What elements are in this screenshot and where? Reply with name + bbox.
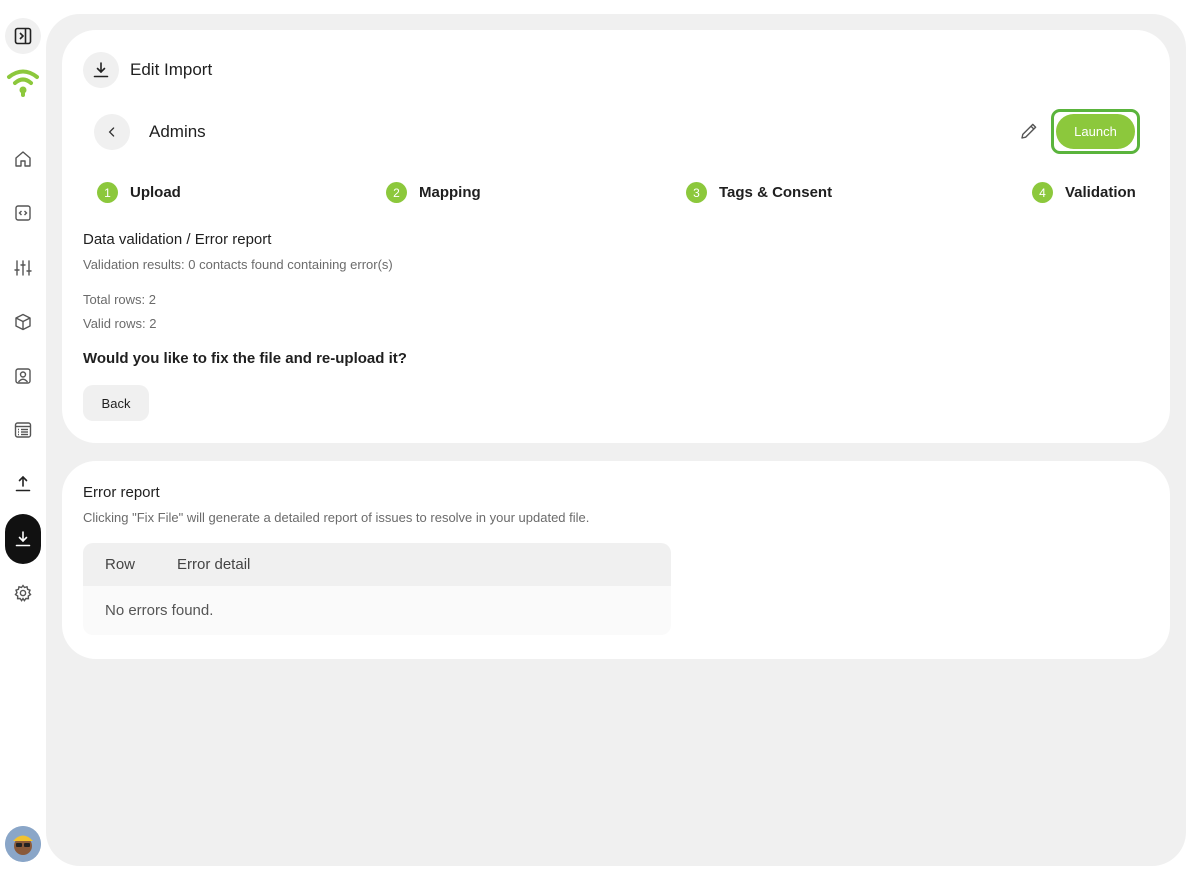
valid-rows: Valid rows: 2 [83, 316, 157, 331]
code-icon [15, 205, 31, 221]
home-icon [15, 151, 31, 167]
logo[interactable] [5, 64, 41, 100]
header-icon-badge [83, 52, 119, 88]
validation-results: Validation results: 0 contacts found con… [83, 257, 393, 272]
nav-products[interactable] [5, 304, 41, 340]
validation-title: Data validation / Error report [83, 231, 272, 248]
step-validation[interactable]: 4 Validation [1032, 182, 1136, 203]
sidebar-toggle-button[interactable] [5, 18, 41, 54]
upload-icon [15, 475, 31, 492]
step-mapping[interactable]: 2 Mapping [386, 182, 481, 203]
pencil-icon [1021, 123, 1037, 139]
page-title: Edit Import [130, 60, 213, 79]
nav-export[interactable] [5, 466, 41, 502]
avatar[interactable] [5, 826, 41, 862]
edit-button[interactable] [1018, 120, 1040, 142]
table-header: Row Error detail [83, 543, 671, 586]
nav-settings-sliders[interactable] [5, 250, 41, 286]
download-icon [93, 62, 109, 78]
sidebar-toggle-icon [14, 27, 32, 45]
column-header-row: Row [105, 556, 136, 573]
step-number: 3 [686, 182, 707, 203]
sidebar [0, 0, 46, 880]
nav-import[interactable] [5, 514, 41, 564]
step-label: Tags & Consent [719, 184, 833, 201]
sliders-icon [14, 260, 32, 276]
step-upload[interactable]: 1 Upload [97, 182, 181, 203]
step-label: Upload [130, 184, 181, 201]
nav-code[interactable] [5, 195, 41, 231]
back-button[interactable]: Back [83, 385, 149, 421]
cube-icon [15, 313, 31, 331]
nav-lists[interactable] [5, 412, 41, 448]
total-rows: Total rows: 2 [83, 292, 156, 307]
step-label: Mapping [419, 184, 481, 201]
nav-home[interactable] [5, 141, 41, 177]
download-icon [15, 531, 31, 547]
error-report-title: Error report [83, 484, 160, 501]
step-number: 4 [1032, 182, 1053, 203]
step-tags-consent[interactable]: 3 Tags & Consent [686, 182, 832, 203]
wifi-logo-icon [7, 69, 39, 97]
list-name: Admins [149, 122, 206, 141]
user-avatar-icon [5, 826, 41, 862]
step-label: Validation [1065, 184, 1136, 201]
table-row: No errors found. [83, 586, 671, 635]
error-report-description: Clicking "Fix File" will generate a deta… [83, 510, 590, 525]
column-header-error-detail: Error detail [177, 556, 251, 573]
list-icon [14, 422, 32, 438]
nav-settings[interactable] [5, 575, 41, 611]
launch-button[interactable]: Launch [1056, 114, 1135, 149]
import-card: Edit Import Admins Launch 1 Upload 2 Map… [62, 30, 1170, 443]
back-arrow-button[interactable] [94, 114, 130, 150]
error-table: Row Error detail No errors found. [83, 543, 671, 635]
step-number: 1 [97, 182, 118, 203]
reupload-question: Would you like to fix the file and re-up… [83, 350, 407, 367]
chevron-left-icon [108, 127, 115, 137]
contact-card-icon [15, 368, 31, 384]
gear-icon [14, 584, 32, 602]
empty-state-text: No errors found. [105, 602, 214, 619]
main-area: Edit Import Admins Launch 1 Upload 2 Map… [46, 14, 1186, 866]
error-report-card: Error report Clicking "Fix File" will ge… [62, 461, 1170, 659]
nav-contacts[interactable] [5, 358, 41, 394]
step-number: 2 [386, 182, 407, 203]
